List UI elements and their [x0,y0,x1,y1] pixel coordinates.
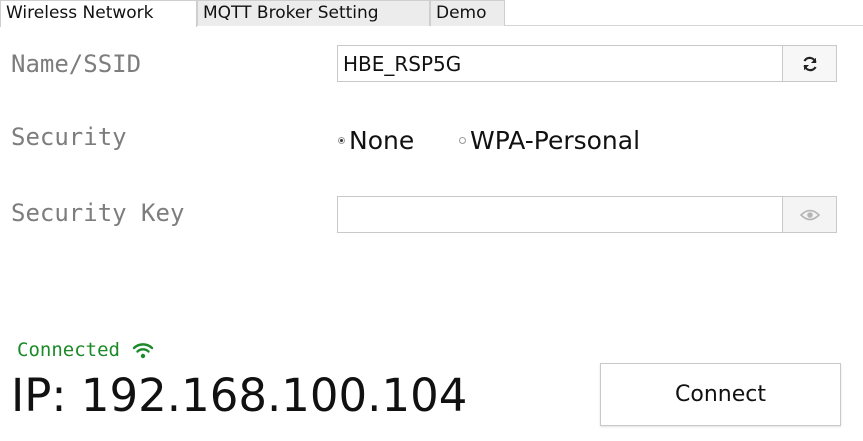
security-key-label: Security Key [11,199,185,227]
ssid-input[interactable] [337,45,783,82]
refresh-button[interactable] [782,45,837,82]
refresh-icon [802,56,817,71]
wifi-icon [132,343,154,359]
radio-wpa-personal-indicator[interactable] [459,136,466,144]
radio-none-indicator[interactable] [338,136,345,144]
radio-wpa-personal[interactable]: WPA-Personal [459,124,640,156]
radio-none-label: None [349,125,415,155]
security-label: Security [11,123,127,151]
tab-demo[interactable]: Demo [430,0,505,26]
tab-bar: Wireless Network MQTT Broker Setting Dem… [0,0,863,27]
tab-wireless-network[interactable]: Wireless Network [0,0,197,27]
radio-none[interactable]: None [338,124,414,156]
connection-status-text: Connected [17,339,120,361]
radio-wpa-personal-label: WPA-Personal [470,125,641,155]
eye-icon [799,209,820,220]
tab-mqtt-broker-setting[interactable]: MQTT Broker Setting [197,0,430,26]
connect-button[interactable]: Connect [600,363,841,426]
ssid-label: Name/SSID [11,50,142,78]
connection-status: Connected [17,339,154,361]
security-key-input[interactable] [337,196,783,233]
show-key-button[interactable] [782,196,837,233]
ip-address: IP: 192.168.100.104 [11,369,468,422]
